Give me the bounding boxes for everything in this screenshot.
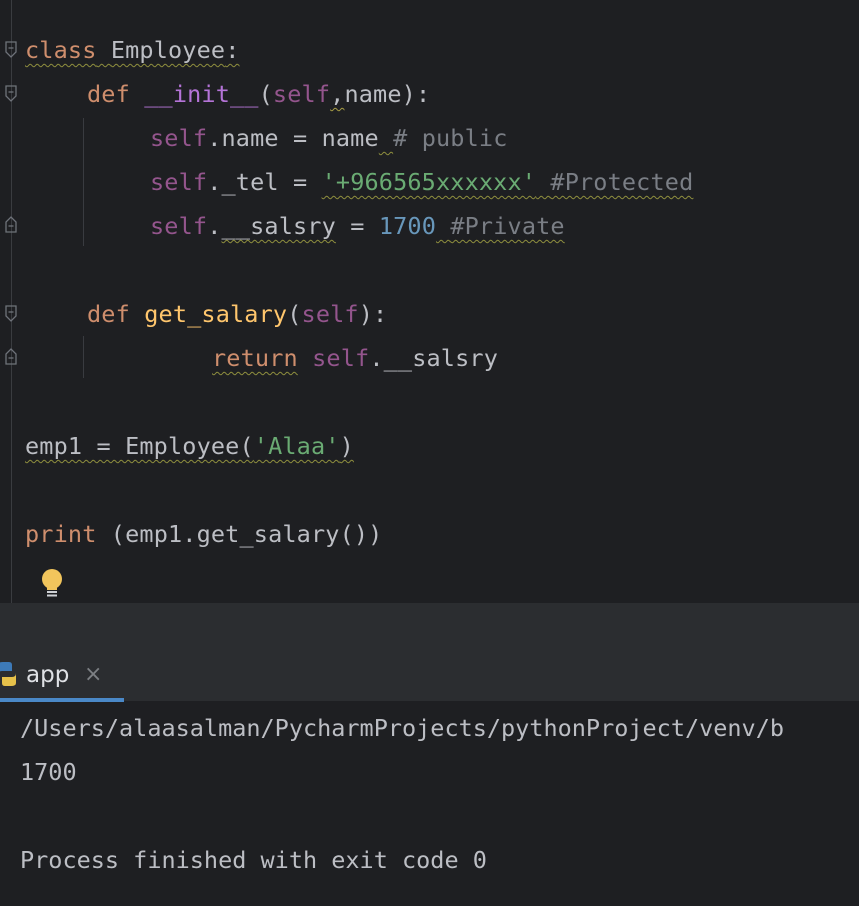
code-line-name-assign[interactable]: self.name = name # public (150, 116, 508, 160)
self-ref: self (150, 124, 208, 152)
self-ref: self (150, 168, 208, 196)
console-line-command: /Users/alaasalman/PycharmProjects/python… (20, 714, 785, 742)
class-name: Employee (110, 36, 226, 64)
code-editor[interactable]: class Employee: def __init__(self,name):… (0, 0, 859, 603)
punct: , (330, 80, 345, 108)
code-line-instance[interactable]: emp1 = Employee('Alaa') (25, 424, 354, 468)
code-line-salary-assign[interactable]: self.__salsry = 1700 #Private (150, 204, 565, 248)
console-line-output: 1700 (20, 758, 77, 786)
code-line-print[interactable]: print (emp1.get_salary()) (25, 512, 382, 556)
comment: # public (393, 124, 508, 152)
punct: ( (258, 80, 273, 108)
code-line-tel-assign[interactable]: self._tel = '+966565xxxxxx' #Protected (150, 160, 693, 204)
operator: = (335, 212, 379, 240)
param: name (344, 80, 402, 108)
fold-marker-icon[interactable] (4, 305, 18, 323)
punct: ): (358, 300, 388, 328)
python-icon (0, 662, 16, 686)
run-console[interactable]: /Users/alaasalman/PycharmProjects/python… (0, 702, 859, 906)
builtin: print (25, 520, 97, 548)
comment: #Private (450, 212, 565, 240)
statement: ._tel = (207, 168, 322, 196)
code-line-get-salary-def[interactable]: def get_salary(self): (87, 292, 387, 336)
statement: emp1 = Employee( (25, 432, 254, 460)
method-name: __init__ (144, 80, 259, 108)
self-ref: self (312, 344, 370, 372)
code-line-return[interactable]: return self.__salsry (212, 336, 498, 380)
keyword: return (212, 344, 298, 372)
punct: ( (287, 300, 302, 328)
string-literal: '+966565xxxxxx' (321, 168, 537, 196)
statement: (emp1.get_salary()) (96, 520, 383, 548)
statement: .name = name (207, 124, 379, 152)
self-ref: self (150, 212, 208, 240)
punct: ): (401, 80, 431, 108)
code-line-class-def[interactable]: class Employee: (25, 28, 240, 72)
comment: #Protected (550, 168, 694, 196)
fold-end-marker-icon[interactable] (4, 347, 18, 365)
number-literal: 1700 (378, 212, 437, 240)
self-param: self (272, 80, 331, 108)
console-line-exit: Process finished with exit code 0 (20, 846, 487, 874)
lightbulb-icon[interactable] (40, 568, 64, 598)
string-literal: 'Alaa' (253, 432, 340, 460)
indent-guide (83, 118, 84, 246)
close-icon[interactable]: × (84, 649, 102, 701)
punct: : (225, 36, 240, 64)
run-tool-window-tabs: app × (0, 649, 859, 702)
fold-end-marker-icon[interactable] (4, 215, 18, 233)
code-line-init-def[interactable]: def __init__(self,name): (87, 72, 430, 116)
punct: ) (339, 432, 354, 460)
keyword: class (25, 36, 97, 64)
keyword: def (87, 80, 130, 108)
punct: . (207, 212, 222, 240)
attribute: .__salsry (369, 344, 498, 372)
fold-marker-icon[interactable] (4, 85, 18, 103)
tab-label: app (26, 662, 70, 688)
keyword: def (87, 300, 130, 328)
self-param: self (301, 300, 359, 328)
fold-marker-icon[interactable] (4, 41, 18, 59)
panel-separator (0, 603, 859, 649)
indent-guide (83, 336, 84, 378)
attribute: __salsry (221, 212, 336, 240)
function-name: get_salary (144, 300, 288, 328)
tab-app[interactable]: app × (0, 649, 124, 702)
